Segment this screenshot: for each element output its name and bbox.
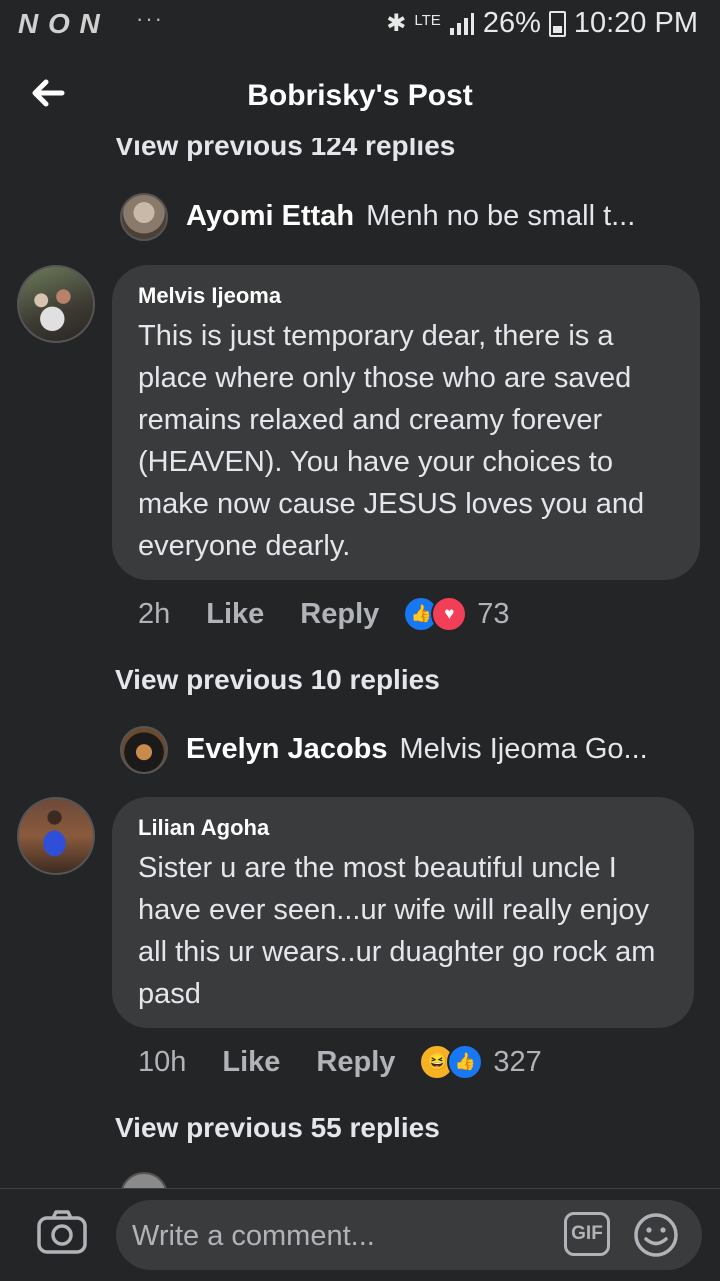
comment-author-name[interactable]: Melvis Ijeoma xyxy=(138,283,674,309)
status-bar: N O N ··· ✱ LTE 26% 10:20 PM xyxy=(0,0,720,50)
comment-time: 10h xyxy=(138,1045,187,1078)
network-type: LTE xyxy=(414,12,441,29)
page-title: Bobrisky's Post xyxy=(247,79,473,112)
reaction-count[interactable]: 73 xyxy=(477,598,509,631)
comment-bubble[interactable]: Melvis Ijeoma This is just temporary dea… xyxy=(112,265,700,580)
avatar[interactable] xyxy=(120,193,168,241)
like-reaction-icon: 👍 xyxy=(447,1044,484,1080)
reactions-summary[interactable]: 👍 ♥ xyxy=(403,596,468,632)
more-notifications-icon: ··· xyxy=(136,6,164,31)
avatar[interactable] xyxy=(17,265,95,343)
comment-input[interactable] xyxy=(130,1214,554,1258)
comment-text: Sister u are the most beautiful uncle I … xyxy=(138,852,656,1010)
reply-author-name[interactable]: Evelyn Jacobs xyxy=(186,733,388,766)
gif-button[interactable]: GIF xyxy=(564,1212,610,1256)
like-button[interactable]: Like xyxy=(206,598,264,631)
view-previous-replies-link[interactable]: View previous 10 replies xyxy=(115,664,440,696)
reply-button[interactable]: Reply xyxy=(300,598,379,631)
reply-author-name[interactable]: Ayomi Ettah xyxy=(186,200,354,233)
comment-author-name[interactable]: Lilian Agoha xyxy=(138,815,668,841)
comment-actions: 2h Like Reply 👍 ♥ 73 xyxy=(138,596,510,632)
battery-icon xyxy=(548,10,566,37)
smiley-icon[interactable] xyxy=(632,1211,680,1259)
comment-text: This is just temporary dear, there is a … xyxy=(138,320,645,562)
like-button[interactable]: Like xyxy=(222,1046,280,1079)
avatar[interactable] xyxy=(120,726,168,774)
comment-time: 2h xyxy=(138,597,171,630)
status-right: ✱ LTE 26% 10:20 PM xyxy=(386,7,698,40)
love-reaction-icon: ♥ xyxy=(431,596,468,632)
view-previous-replies-link[interactable]: View previous 55 replies xyxy=(115,1112,440,1144)
view-previous-replies-link[interactable]: View previous 124 replies xyxy=(115,138,455,162)
carrier-icons: N O N xyxy=(18,8,101,39)
comment-actions: 10h Like Reply 😆 👍 327 xyxy=(138,1044,542,1080)
reaction-count[interactable]: 327 xyxy=(493,1046,541,1079)
reply-snippet: Melvis Ijeoma Go... xyxy=(399,733,648,765)
clock: 10:20 PM xyxy=(573,7,698,39)
comment-bubble[interactable]: Lilian Agoha Sister u are the most beaut… xyxy=(112,797,694,1028)
avatar[interactable] xyxy=(17,797,95,875)
reply-snippet: Menh no be small t... xyxy=(366,200,636,232)
signal-icon xyxy=(449,12,474,35)
reply-preview[interactable]: Ayomi Ettah Menh no be small t... xyxy=(186,200,635,233)
view-previous-replies-top-container: View previous 124 replies xyxy=(0,138,720,164)
comment-box[interactable]: GIF xyxy=(116,1200,702,1270)
reply-button[interactable]: Reply xyxy=(316,1046,395,1079)
camera-icon[interactable] xyxy=(36,1208,88,1256)
reactions-summary[interactable]: 😆 👍 xyxy=(419,1044,484,1080)
reply-preview[interactable]: Evelyn Jacobs Melvis Ijeoma Go... xyxy=(186,733,648,766)
battery-percent: 26% xyxy=(482,7,541,39)
bluetooth-icon: ✱ xyxy=(386,10,407,37)
